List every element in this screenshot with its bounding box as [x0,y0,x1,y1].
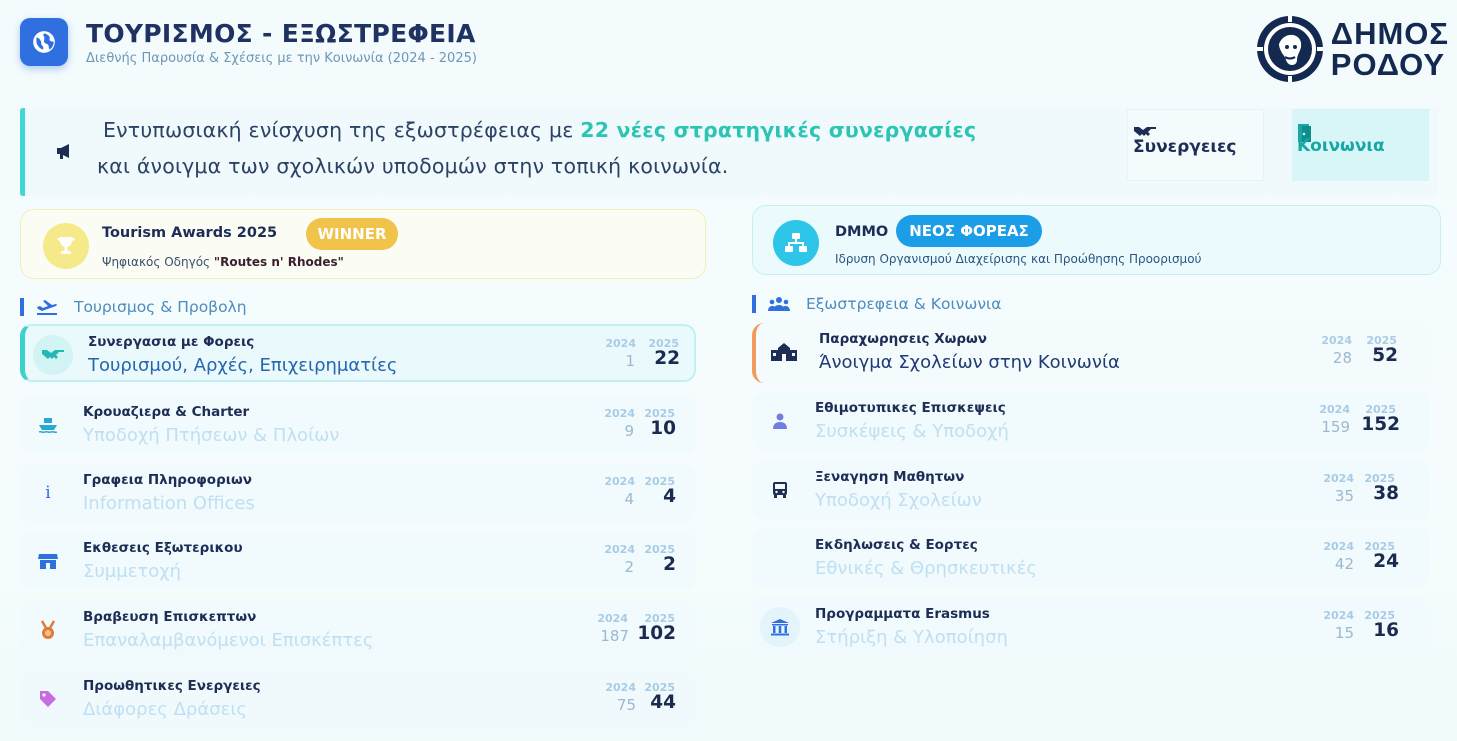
value-2024: 42 [1334,555,1354,573]
new-entity-badge: ΝΕΟΣ ΦΟΡΕΑΣ [896,215,1042,247]
value-2025: 24 [1373,551,1399,572]
row-subtitle: Στήριξη & Υλοποίηση [815,627,1008,648]
row-subtitle: Επαναλαμβανόμενοι Επισκέπτες [83,630,374,651]
municipality-logo: ΔΗΜΟΣ ΡΟΔΟΥ [1255,14,1449,84]
value-2025: 38 [1373,483,1399,504]
tab-society-label: Κοινωνια [1297,136,1385,156]
medal-icon [28,610,68,650]
list-item-student-tours[interactable]: Ξεναγηση Μαθητων Υποδοχή Σχολείων 2024 2… [752,461,1430,519]
bus-icon [760,470,800,510]
globe-icon [20,18,68,66]
row-subtitle: Information Offices [83,493,255,514]
row-title: Παραχωρησεις Χωρων [819,331,987,347]
school-icon [764,332,804,372]
value-2024: 75 [616,696,636,714]
section-society-header: Εξωστρεφεια & Κοινωνια [752,295,1001,313]
info-icon: i [45,483,51,503]
award-card-dmmo: DMMO ΝΕΟΣ ΦΟΡΕΑΣ Ιδρυση Οργανισμού Διαχε… [752,205,1441,275]
row-title: Συνεργασια με Φορεις [88,334,255,350]
list-item-erasmus[interactable]: Προγραμματα Erasmus Στήριξη & Υλοποίηση … [752,598,1430,656]
list-item-cruise[interactable]: Κρουαζιερα & Charter Υποδοχή Πτήσεων & Π… [20,396,696,454]
megaphone-icon [55,142,75,164]
tab-synergies[interactable]: Συνεργειες [1127,109,1264,181]
value-2025: 2 [663,554,676,575]
value-2025: 4 [663,486,676,507]
logo-line-2: ΡΟΔΟΥ [1330,47,1446,82]
section-society-title: Εξωστρεφεια & Κοινωνια [806,295,1002,313]
value-2025: 152 [1361,414,1400,435]
list-item-promotions[interactable]: Προωθητικες Ενεργειες Διάφορες Δράσεις 2… [20,670,696,728]
handshake-icon [33,335,73,375]
banner-line-2: και άνοιγμα των σχολικών υποδομών στην τ… [97,154,729,178]
row-subtitle: Εθνικές & Θρησκευτικές [815,558,1037,579]
value-2025: 22 [654,348,680,369]
people-icon [768,296,790,312]
value-2024: 28 [1332,349,1352,367]
value-2025: 44 [650,692,676,713]
person-icon [760,401,800,441]
value-2025: 52 [1372,345,1398,366]
logo-line-1: ΔΗΜΟΣ [1330,16,1449,51]
page-title: ΤΟΥΡΙΣΜΟΣ - ΕΞΩΣΤΡΕΦΕΙΑ [86,18,476,48]
banner-highlight: 22 νέες στρατηγικές συνεργασίες [580,118,977,142]
row-title: Ξεναγηση Μαθητων [815,469,965,485]
list-item-partnerships[interactable]: Συνεργασια με Φορεις Τουρισμού, Αρχές, Ε… [20,324,696,382]
row-title: Βραβευση Επισκεπτων [83,609,257,625]
row-subtitle: Άνοιγμα Σχολείων στην Κοινωνία [819,352,1120,373]
row-title: Εκθεσεις Εξωτερικου [83,540,243,556]
page-header: ΤΟΥΡΙΣΜΟΣ - ΕΞΩΣΤΡΕΦΕΙΑ Διεθνής Παρουσία… [20,18,477,66]
list-item-exhibitions[interactable]: Εκθεσεις Εξωτερικου Συμμετοχή 2024 2025 … [20,532,696,590]
value-2024: 15 [1334,624,1354,642]
row-title: Εκδηλωσεις & Εορτες [815,537,978,553]
page-subtitle: Διεθνής Παρουσία & Σχέσεις με την Κοινων… [86,50,477,66]
row-subtitle: Συσκέψεις & Υποδοχή [815,421,1009,442]
row-subtitle: Υποδοχή Πτήσεων & Πλοίων [83,425,340,446]
ship-icon [28,405,68,445]
award-desc: Ιδρυση Οργανισμού Διαχείρισης και Προώθη… [835,252,1202,266]
value-2024: 187 [600,627,629,645]
institution-icon [760,607,800,647]
value-2025: 16 [1373,620,1399,641]
row-title: Γραφεια Πληροφοριων [83,472,252,488]
list-item-ceremonial-visits[interactable]: Εθιμοτυπικες Επισκεψεις Συσκέψεις & Υποδ… [752,392,1430,450]
value-2024: 4 [624,490,634,508]
value-2024: 35 [1334,487,1354,505]
org-chart-icon [773,220,819,266]
list-item-space-grants[interactable]: Παραχωρησεις Χωρων Άνοιγμα Σχολείων στην… [752,323,1430,383]
row-subtitle: Υποδοχή Σχολείων [815,490,982,511]
store-icon [28,541,68,581]
row-subtitle: Διάφορες Δράσεις [83,699,247,720]
award-desc: Ψηφιακός Οδηγός "Routes n' Rhodes" [102,255,344,269]
winner-badge: WINNER [306,218,398,250]
row-title: Εθιμοτυπικες Επισκεψεις [815,400,1006,416]
award-title: DMMO [835,224,889,240]
row-subtitle: Συμμετοχή [83,561,182,582]
row-title: Προγραμματα Erasmus [815,606,990,622]
tab-synergies-label: Συνεργειες [1133,137,1237,157]
tab-society[interactable]: Κοινωνια [1292,109,1429,181]
value-2024: 9 [624,422,634,440]
list-item-events[interactable]: Εκδηλωσεις & Εορτες Εθνικές & Θρησκευτικ… [752,529,1430,587]
banner-line-1: Εντυπωσιακή ενίσχυση της εξωστρέφειας με… [103,118,977,142]
section-tourism-title: Τουρισμος & Προβολη [74,298,247,316]
list-item-visitor-awards[interactable]: Βραβευση Επισκεπτων Επαναλαμβανόμενοι Επ… [20,601,696,659]
value-2024: 159 [1321,418,1350,436]
value-2024: 2 [624,558,634,576]
airplane-icon [36,299,58,315]
award-card-tourism: Tourism Awards 2025 WINNER Ψηφιακός Οδηγ… [20,209,706,279]
value-2025: 10 [650,418,676,439]
trophy-icon [43,223,89,269]
row-title: Κρουαζιερα & Charter [83,404,250,420]
section-tourism-header: Τουρισμος & Προβολη [20,298,247,316]
value-2024: 1 [625,352,635,370]
row-subtitle: Τουρισμού, Αρχές, Επιχειρηματίες [88,355,398,376]
tag-icon [28,679,68,719]
seal-icon [1256,16,1323,82]
list-item-info-offices[interactable]: i Γραφεια Πληροφοριων Information Office… [20,464,696,522]
row-title: Προωθητικες Ενεργειες [83,678,261,694]
value-2025: 102 [637,623,676,644]
award-title: Tourism Awards 2025 [102,225,278,241]
